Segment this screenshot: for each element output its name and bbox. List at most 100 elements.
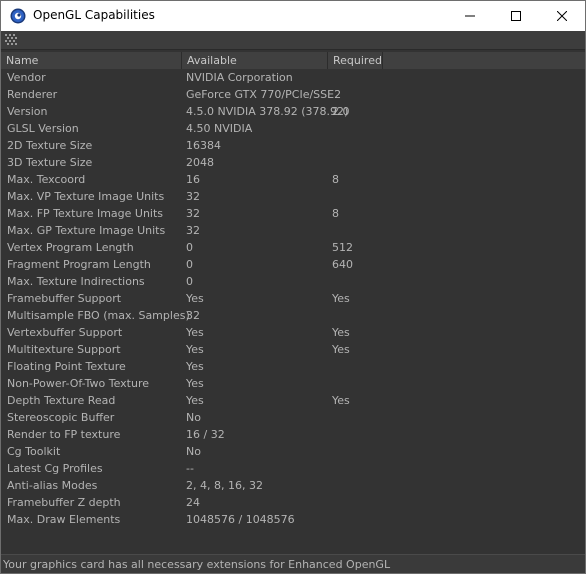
table-row[interactable]: Depth Texture Read Yes Yes [1,392,585,409]
table-row[interactable]: Stereoscopic Buffer No [1,409,585,426]
table-row[interactable]: GLSL Version 4.50 NVIDIA [1,120,585,137]
row-name-cell: Vertex Program Length [7,241,134,254]
row-name-cell: GLSL Version [7,122,79,135]
row-required-cell: Yes [332,343,350,356]
minimize-icon [465,15,475,17]
row-name-cell: Floating Point Texture [7,360,126,373]
row-available-cell: 4.50 NVIDIA [186,122,253,135]
row-name-cell: 2D Texture Size [7,139,93,152]
row-available-cell: Yes [186,360,204,373]
row-name-cell: Multitexture Support [7,343,121,356]
row-name-cell: Max. GP Texture Image Units [7,224,166,237]
table-row[interactable]: Framebuffer Z depth 24 [1,494,585,511]
row-available-cell: 24 [186,496,200,509]
row-name-cell: Max. Texcoord [7,173,86,186]
table-row[interactable]: Max. Texcoord 16 8 [1,171,585,188]
opengl-capabilities-window: OpenGL Capabilities Name Available Requi… [0,0,586,574]
close-icon [557,11,567,21]
row-available-cell: Yes [186,326,204,339]
row-available-cell: 32 [186,309,200,322]
cinema4d-icon [10,8,26,24]
column-header: Name Available Required [1,52,585,69]
table-row[interactable]: Multisample FBO (max. Samples) 32 [1,307,585,324]
row-available-cell: Yes [186,377,204,390]
row-name-cell: Multisample FBO (max. Samples) [7,309,190,322]
table-row[interactable]: Vertex Program Length 0 512 [1,239,585,256]
title-bar[interactable]: OpenGL Capabilities [1,1,585,31]
row-available-cell: 4.5.0 NVIDIA 378.92 (378.92) [186,105,349,118]
row-available-cell: NVIDIA Corporation [186,71,293,84]
table-row[interactable]: Max. Draw Elements 1048576 / 1048576 [1,511,585,528]
row-name-cell: Vertexbuffer Support [7,326,123,339]
table-row[interactable]: Max. FP Texture Image Units 32 8 [1,205,585,222]
table-row[interactable]: Latest Cg Profiles -- [1,460,585,477]
row-required-cell: 512 [332,241,353,254]
table-row[interactable]: Framebuffer Support Yes Yes [1,290,585,307]
table-row[interactable]: 3D Texture Size 2048 [1,154,585,171]
row-name-cell: Vendor [7,71,46,84]
row-required-cell: Yes [332,292,350,305]
row-available-cell: 16 [186,173,200,186]
row-available-cell: 2048 [186,156,214,169]
row-name-cell: 3D Texture Size [7,156,93,169]
row-available-cell: Yes [186,292,204,305]
row-required-cell: 2.0 [332,105,350,118]
column-available-header[interactable]: Available [182,52,328,69]
maximize-icon [511,11,521,21]
row-name-cell: Framebuffer Z depth [7,496,121,509]
table-row[interactable]: Max. VP Texture Image Units 32 [1,188,585,205]
table-row[interactable]: Anti-alias Modes 2, 4, 8, 16, 32 [1,477,585,494]
row-available-cell: 0 [186,275,193,288]
row-name-cell: Render to FP texture [7,428,121,441]
row-available-cell: No [186,445,201,458]
grip-icon[interactable] [5,34,18,46]
row-available-cell: 32 [186,207,200,220]
table-row[interactable]: Multitexture Support Yes Yes [1,341,585,358]
row-available-cell: 16 / 32 [186,428,225,441]
row-available-cell: -- [186,462,194,475]
status-bar: Your graphics card has all necessary ext… [1,554,585,573]
row-available-cell: Yes [186,394,204,407]
row-name-cell: Renderer [7,88,58,101]
row-name-cell: Latest Cg Profiles [7,462,103,475]
row-available-cell: 1048576 / 1048576 [186,513,295,526]
row-available-cell: 32 [186,224,200,237]
row-name-cell: Version [7,105,48,118]
row-name-cell: Depth Texture Read [7,394,116,407]
row-available-cell: 16384 [186,139,221,152]
row-available-cell: 32 [186,190,200,203]
table-row[interactable]: Fragment Program Length 0 640 [1,256,585,273]
table-row[interactable]: Non-Power-Of-Two Texture Yes [1,375,585,392]
row-name-cell: Max. VP Texture Image Units [7,190,165,203]
table-row[interactable]: Vertexbuffer Support Yes Yes [1,324,585,341]
maximize-button[interactable] [493,1,539,31]
row-name-cell: Anti-alias Modes [7,479,98,492]
row-name-cell: Stereoscopic Buffer [7,411,115,424]
close-button[interactable] [539,1,585,31]
toolbar [1,31,585,50]
row-available-cell: 2, 4, 8, 16, 32 [186,479,263,492]
table-row[interactable]: Floating Point Texture Yes [1,358,585,375]
row-available-cell: 0 [186,258,193,271]
row-name-cell: Max. Texture Indirections [7,275,145,288]
table-row[interactable]: 2D Texture Size 16384 [1,137,585,154]
column-name-header[interactable]: Name [1,52,182,69]
table-row[interactable]: Vendor NVIDIA Corporation [1,69,585,86]
table-row[interactable]: Max. GP Texture Image Units 32 [1,222,585,239]
row-required-cell: 640 [332,258,353,271]
row-available-cell: 0 [186,241,193,254]
row-name-cell: Non-Power-Of-Two Texture [7,377,150,390]
row-required-cell: Yes [332,326,350,339]
column-required-header[interactable]: Required [328,52,383,69]
minimize-button[interactable] [447,1,493,31]
table-row[interactable]: Max. Texture Indirections 0 [1,273,585,290]
table-row[interactable]: Cg Toolkit No [1,443,585,460]
table-row[interactable]: Render to FP texture 16 / 32 [1,426,585,443]
row-name-cell: Fragment Program Length [7,258,151,271]
row-required-cell: 8 [332,173,339,186]
row-name-cell: Max. FP Texture Image Units [7,207,164,220]
row-available-cell: GeForce GTX 770/PCIe/SSE2 [186,88,342,101]
table-row[interactable]: Renderer GeForce GTX 770/PCIe/SSE2 [1,86,585,103]
table-row[interactable]: Version 4.5.0 NVIDIA 378.92 (378.92) 2.0 [1,103,585,120]
row-available-cell: No [186,411,201,424]
